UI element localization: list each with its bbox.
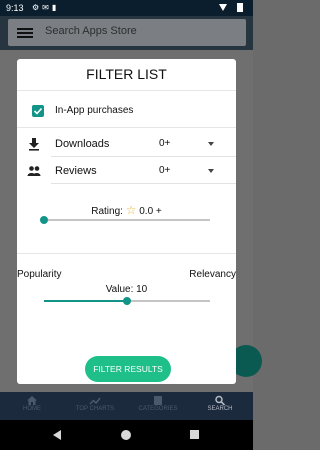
rating-label: Rating: ☆ 0.0 + [17, 203, 236, 217]
nav-top-charts-label: TOP CHARTS [75, 406, 115, 412]
battery-icon [237, 3, 243, 12]
divider [17, 253, 236, 254]
sort-relevancy-label[interactable]: Relevancy [189, 269, 236, 280]
nav-categories-label: CATEGORIES [138, 406, 178, 412]
search-bar[interactable]: Search Apps Store [8, 19, 246, 46]
nav-search-label: SEARCH [207, 406, 233, 412]
nav-home[interactable]: HOME [14, 392, 50, 420]
notification-icons: ⚙✉▮ [32, 3, 59, 12]
recents-icon [190, 430, 199, 439]
downloads-filter[interactable]: Downloads 0+ [17, 131, 236, 157]
app-bar: Search Apps Store [0, 16, 253, 50]
system-nav-buttons [53, 430, 199, 440]
in-app-purchases-checkbox[interactable] [32, 105, 44, 117]
chevron-down-icon[interactable] [208, 142, 214, 146]
status-bar: 9:13 ⚙✉▮ [0, 0, 253, 16]
in-app-purchases-label: In-App purchases [55, 105, 134, 116]
value-slider-thumb[interactable] [123, 297, 131, 305]
settings-icon: ⚙ [32, 3, 43, 12]
nav-categories[interactable]: CATEGORIES [132, 392, 184, 420]
home-icon [27, 396, 37, 405]
sd-card-icon: ▮ [51, 3, 60, 12]
nav-home-label: HOME [23, 406, 41, 412]
search-input[interactable]: Search Apps Store [45, 25, 137, 37]
star-icon: ☆ [125, 203, 137, 217]
chevron-down-icon[interactable] [208, 169, 214, 173]
rating-value: 0.0 + [139, 206, 162, 217]
nav-top-charts[interactable]: TOP CHARTS [66, 392, 124, 420]
filter-dialog: FILTER LIST In-App purchases Downloads 0… [17, 59, 236, 384]
download-icon [29, 138, 39, 151]
divider [51, 156, 236, 157]
downloads-value[interactable]: 0+ [159, 138, 170, 149]
home-button-icon [121, 430, 131, 440]
value-label: Value: 10 [105, 284, 148, 295]
value-slider[interactable] [44, 297, 210, 305]
divider [51, 183, 236, 184]
system-navigation-bar [0, 420, 253, 450]
rating-slider-thumb[interactable] [40, 216, 48, 224]
reviews-value[interactable]: 0+ [159, 165, 170, 176]
people-icon [27, 166, 41, 176]
value-slider-fill [44, 300, 127, 302]
downloads-label: Downloads [55, 138, 110, 150]
categories-icon [154, 396, 162, 405]
reviews-filter[interactable]: Reviews 0+ [17, 158, 236, 184]
reviews-label: Reviews [55, 165, 97, 177]
bottom-navigation: HOME TOP CHARTS CATEGORIES SEARCH [0, 392, 253, 420]
dialog-title: FILTER LIST [86, 66, 167, 82]
status-time: 9:13 [6, 3, 24, 13]
divider [17, 90, 236, 91]
trending-icon [89, 397, 101, 405]
gmail-icon: ✉ [42, 3, 52, 12]
filter-results-button[interactable]: FILTER RESULTS [85, 356, 171, 382]
divider [17, 127, 236, 128]
rating-prefix: Rating: [91, 206, 123, 217]
back-icon [53, 430, 61, 440]
system-status-icons [219, 3, 243, 12]
sort-popularity-label[interactable]: Popularity [17, 269, 61, 280]
rating-slider[interactable] [40, 216, 210, 224]
search-icon [215, 395, 226, 406]
nav-search[interactable]: SEARCH [200, 392, 240, 420]
check-icon [33, 107, 43, 115]
wifi-icon [219, 4, 227, 11]
hamburger-menu-icon[interactable] [17, 28, 33, 38]
